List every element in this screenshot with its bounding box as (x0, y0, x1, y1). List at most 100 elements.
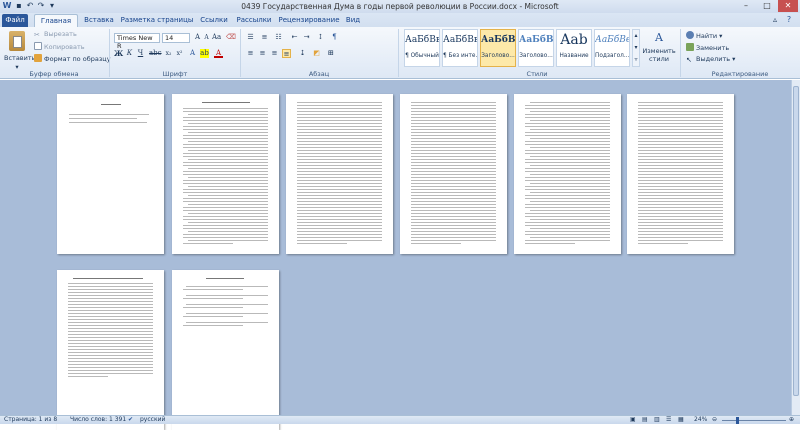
text-line (68, 370, 153, 371)
view-outline-icon[interactable]: ☰ (666, 416, 671, 424)
tab-mailings[interactable]: Рассылки (234, 14, 274, 27)
text-line (183, 144, 268, 145)
increase-indent-icon[interactable]: ⇥ (302, 33, 311, 42)
style-no-spacing[interactable]: АаБбВвГ ¶ Без инте... (442, 29, 478, 67)
tab-page-layout[interactable]: Разметка страницы (120, 14, 194, 27)
scroll-thumb[interactable] (793, 86, 799, 396)
decrease-indent-icon[interactable]: ⇤ (290, 33, 299, 42)
document-page[interactable] (400, 94, 507, 254)
text-effects-icon[interactable]: A (188, 49, 197, 58)
help-icon[interactable]: ? (784, 15, 794, 25)
style-heading-1[interactable]: АаБбВ Заголово... (480, 29, 516, 67)
redo-icon[interactable]: ↷ (36, 1, 46, 11)
change-styles-button[interactable]: A Изменить стили (642, 29, 676, 69)
language-indicator[interactable]: русский (140, 416, 165, 424)
document-canvas[interactable] (0, 80, 791, 430)
quick-access-customize-icon[interactable]: ▾ (47, 1, 57, 11)
tab-insert[interactable]: Вставка (82, 14, 116, 27)
shading-icon[interactable]: ◩ (312, 49, 321, 58)
change-case-icon[interactable]: Aa (212, 33, 221, 42)
bullets-icon[interactable]: ☰ (246, 33, 255, 42)
styles-scroll[interactable]: ▴ ▾ ▿ (632, 29, 640, 67)
document-page[interactable] (172, 270, 279, 430)
close-icon[interactable]: ✕ (778, 0, 798, 12)
save-icon[interactable]: ▪ (14, 1, 24, 11)
document-page[interactable] (57, 270, 164, 430)
tab-review[interactable]: Рецензирование (278, 14, 340, 27)
text-line (183, 234, 268, 235)
line-spacing-icon[interactable]: ↨ (298, 49, 307, 58)
underline-icon[interactable]: Ч (136, 49, 145, 58)
grow-font-icon[interactable]: A (193, 33, 202, 42)
align-right-icon[interactable]: ≡ (270, 49, 279, 58)
text-line (411, 192, 496, 193)
tab-home[interactable]: Главная (34, 14, 78, 27)
align-left-icon[interactable]: ≡ (246, 49, 255, 58)
zoom-out-icon[interactable]: ⊖ (712, 416, 717, 424)
zoom-slider-thumb[interactable] (736, 417, 739, 424)
document-page[interactable] (286, 94, 393, 254)
copy-button[interactable]: Копировать (34, 42, 85, 52)
view-web-icon[interactable]: ▥ (654, 416, 660, 424)
numbering-icon[interactable]: ≡ (260, 33, 269, 42)
text-line (530, 102, 610, 103)
document-page[interactable] (627, 94, 734, 254)
select-button[interactable]: ↖ Выделить ▾ (686, 55, 735, 64)
text-line (525, 204, 610, 205)
style-title[interactable]: Aab Название (556, 29, 592, 67)
minimize-ribbon-icon[interactable]: ▵ (770, 15, 780, 25)
zoom-in-icon[interactable]: ⊕ (789, 416, 794, 424)
minimize-icon[interactable]: – (736, 0, 756, 12)
superscript-icon[interactable]: x² (175, 49, 184, 58)
clear-formatting-icon[interactable]: ⌫ (226, 33, 236, 42)
view-full-screen-icon[interactable]: ▤ (642, 416, 648, 424)
page-indicator[interactable]: Страница: 1 из 8 (4, 416, 57, 424)
cut-button[interactable]: ✂ Вырезать (34, 30, 77, 39)
text-line (525, 213, 610, 214)
sort-icon[interactable]: ↕ (316, 33, 325, 42)
document-page[interactable] (57, 94, 164, 254)
subscript-icon[interactable]: x₂ (164, 49, 173, 58)
text-line (297, 126, 382, 127)
tab-references[interactable]: Ссылки (198, 14, 230, 27)
tab-view[interactable]: Вид (342, 14, 364, 27)
highlight-icon[interactable]: ab (200, 49, 209, 58)
multilevel-list-icon[interactable]: ☷ (274, 33, 283, 42)
font-size-combo[interactable]: 14 (162, 33, 190, 43)
find-button[interactable]: Найти ▾ (686, 31, 722, 41)
undo-icon[interactable]: ↶ (25, 1, 35, 11)
style-subtitle[interactable]: АаБбВв Подзагол... (594, 29, 630, 67)
text-line (638, 138, 723, 139)
zoom-level[interactable]: 24% (694, 416, 707, 424)
text-line (411, 201, 496, 202)
document-page[interactable] (514, 94, 621, 254)
font-name-combo[interactable]: Times New R (114, 33, 160, 50)
borders-icon[interactable]: ⊞ (326, 49, 335, 58)
justify-icon[interactable]: ≡ (282, 49, 291, 58)
pilcrow-icon[interactable]: ¶ (330, 33, 339, 42)
maximize-icon[interactable]: □ (757, 0, 777, 12)
strikethrough-icon[interactable]: abc (149, 49, 162, 58)
shrink-font-icon[interactable]: A (202, 33, 211, 42)
bold-icon[interactable]: Ж (114, 49, 123, 58)
document-page[interactable] (172, 94, 279, 254)
italic-icon[interactable]: К (125, 49, 134, 58)
word-logo-icon[interactable]: W (2, 1, 12, 11)
text-line (297, 201, 382, 202)
zoom-slider[interactable] (722, 417, 786, 424)
text-line (638, 183, 723, 184)
style-normal[interactable]: АаБбВвГ ¶ Обычный (404, 29, 440, 67)
paste-button[interactable]: Вставить ▾ (4, 29, 35, 71)
word-count[interactable]: Число слов: 1 391 (70, 416, 126, 424)
vertical-scrollbar[interactable] (791, 80, 800, 415)
proofing-icon[interactable]: ✔ (128, 416, 133, 424)
font-color-icon[interactable]: A (214, 49, 223, 58)
view-print-layout-icon[interactable]: ▣ (630, 416, 636, 424)
view-draft-icon[interactable]: ▦ (678, 416, 684, 424)
text-line (411, 138, 496, 139)
style-heading-2[interactable]: АаБбВв Заголово... (518, 29, 554, 67)
tab-file[interactable]: Файл (2, 14, 28, 27)
align-center-icon[interactable]: ≡ (258, 49, 267, 58)
replace-button[interactable]: Заменить (686, 43, 729, 53)
format-painter-button[interactable]: Формат по образцу (34, 54, 111, 64)
